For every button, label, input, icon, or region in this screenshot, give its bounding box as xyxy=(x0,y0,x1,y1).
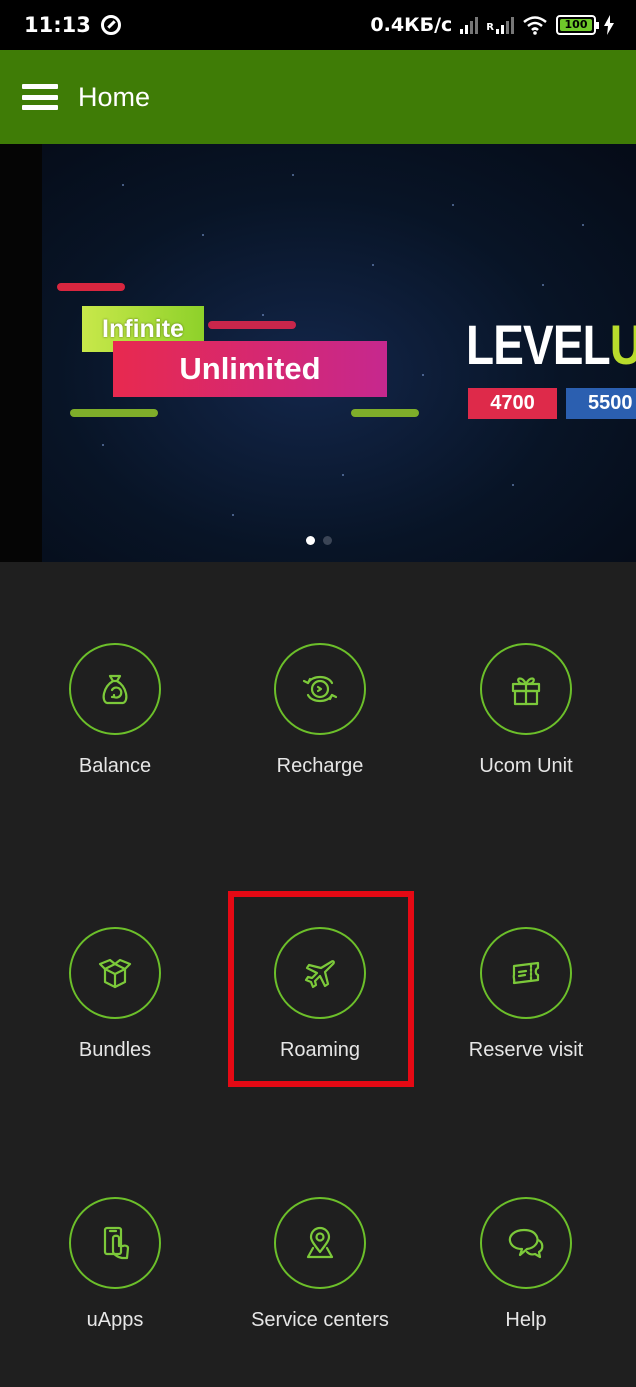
battery-icon: 100 xyxy=(556,15,599,35)
carousel-dot-2[interactable] xyxy=(323,536,332,545)
menu-item-label: Bundles xyxy=(78,1039,152,1061)
location-pin-icon xyxy=(274,1197,366,1289)
menu-item-help[interactable]: Help xyxy=(423,1197,629,1377)
menu-item-ucom-unit[interactable]: Ucom Unit xyxy=(423,643,629,823)
sim2-roaming-label: R xyxy=(486,22,494,33)
carousel-dot-1[interactable] xyxy=(306,536,315,545)
ticket-icon xyxy=(480,927,572,1019)
menu-item-recharge[interactable]: Recharge xyxy=(217,643,423,823)
box-icon xyxy=(69,927,161,1019)
banner-price-2: 5500 xyxy=(566,388,636,419)
signal-sim1-icon xyxy=(460,16,479,34)
menu-item-label: Recharge xyxy=(276,755,364,777)
menu-item-label: Balance xyxy=(78,755,152,777)
hamburger-menu-icon[interactable] xyxy=(22,84,58,110)
wifi-icon xyxy=(523,16,547,35)
menu-item-uapps[interactable]: uApps xyxy=(12,1197,218,1377)
menu-item-label: Ucom Unit xyxy=(479,755,573,777)
menu-item-balance[interactable]: Balance xyxy=(12,643,218,823)
network-speed: 0.4КБ/с xyxy=(370,14,453,36)
roaming-highlight-box xyxy=(228,891,414,1087)
carousel-page-indicator xyxy=(306,536,332,545)
menu-item-label: Help xyxy=(505,1309,547,1331)
gift-icon xyxy=(480,643,572,735)
data-saver-icon xyxy=(100,15,121,35)
banner-tag-unlimited: Unlimited xyxy=(113,341,387,397)
promo-banner-carousel[interactable]: Infinite Unlimited LEVELU 4700 5500 xyxy=(0,144,636,562)
menu-item-label: Service centers xyxy=(251,1309,389,1331)
page-title: Home xyxy=(78,81,151,112)
money-bag-icon xyxy=(69,643,161,735)
previous-slide-edge xyxy=(0,144,42,562)
menu-item-reserve-visit[interactable]: Reserve visit xyxy=(423,927,629,1107)
menu-item-bundles[interactable]: Bundles xyxy=(12,927,218,1107)
battery-level: 100 xyxy=(560,19,592,31)
status-time: 11:13 xyxy=(24,13,91,37)
charging-icon xyxy=(604,15,614,35)
signal-sim2-icon xyxy=(496,16,514,34)
phone-touch-icon xyxy=(69,1197,161,1289)
status-bar: 11:13 0.4КБ/с R 100 xyxy=(0,0,636,50)
chat-bubbles-icon xyxy=(480,1197,572,1289)
menu-item-label: uApps xyxy=(86,1309,144,1331)
menu-item-label: Reserve visit xyxy=(468,1039,584,1061)
menu-item-service-centers[interactable]: Service centers xyxy=(217,1197,423,1377)
banner-price-1: 4700 xyxy=(468,388,557,419)
recharge-icon xyxy=(274,643,366,735)
app-bar: Home xyxy=(0,50,636,144)
banner-level-text: LEVELU xyxy=(466,313,636,376)
